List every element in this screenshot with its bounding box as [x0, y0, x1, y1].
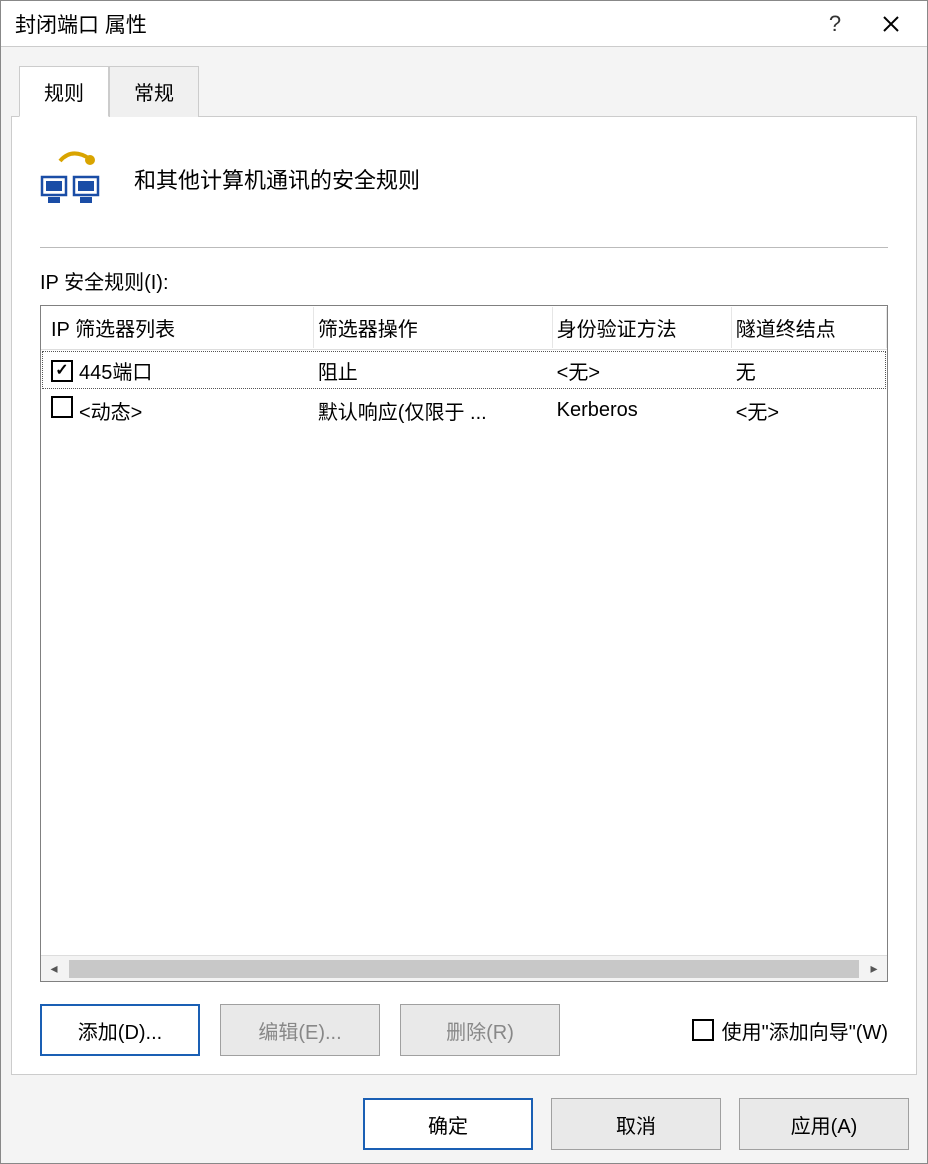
section-label: IP 安全规则(I):: [40, 266, 888, 295]
cancel-button[interactable]: 取消: [551, 1098, 721, 1150]
cell-filter-list: <动态>: [75, 392, 314, 429]
col-tunnel-endpoint[interactable]: 隧道终结点: [732, 307, 887, 348]
tab-rules[interactable]: 规则: [19, 66, 109, 117]
use-wizard-label: 使用"添加向导"(W): [722, 1016, 888, 1045]
list-header: IP 筛选器列表 筛选器操作 身份验证方法 隧道终结点: [41, 306, 887, 350]
col-auth-method[interactable]: 身份验证方法: [553, 307, 732, 348]
titlebar: 封闭端口 属性 ?: [1, 1, 927, 47]
list-body: 445端口 阻止 <无> 无 <动态> 默认响应(仅限于 ... Kerbero…: [41, 350, 887, 955]
delete-button: 删除(R): [400, 1004, 560, 1056]
header-row: 和其他计算机通讯的安全规则: [40, 151, 888, 207]
apply-button[interactable]: 应用(A): [739, 1098, 909, 1150]
header-description: 和其他计算机通讯的安全规则: [134, 163, 420, 195]
cell-filter-list: 445端口: [75, 352, 314, 389]
divider: [40, 247, 888, 248]
ok-button[interactable]: 确定: [363, 1098, 533, 1150]
tab-general[interactable]: 常规: [109, 66, 199, 117]
security-rules-icon: [40, 151, 102, 207]
dialog-footer: 确定 取消 应用(A): [1, 1085, 927, 1163]
close-button[interactable]: [863, 1, 919, 47]
cell-filter-action: 阻止: [314, 352, 553, 389]
checkbox-icon: [692, 1019, 714, 1041]
add-button[interactable]: 添加(D)...: [40, 1004, 200, 1056]
content-area: 规则 常规 和其他计算机通讯的安全规则: [1, 47, 927, 1085]
scroll-right-icon[interactable]: ▸: [861, 960, 887, 977]
use-wizard-checkbox[interactable]: 使用"添加向导"(W): [692, 1016, 888, 1045]
dialog-window: 封闭端口 属性 ? 规则 常规: [0, 0, 928, 1164]
list-row[interactable]: <动态> 默认响应(仅限于 ... Kerberos <无>: [41, 390, 887, 430]
cell-tunnel-endpoint: <无>: [732, 392, 887, 429]
tabstrip: 规则 常规: [19, 65, 917, 116]
tabpanel-rules: 和其他计算机通讯的安全规则 IP 安全规则(I): IP 筛选器列表 筛选器操作…: [11, 116, 917, 1075]
scroll-track[interactable]: [69, 960, 859, 978]
cell-auth-method: <无>: [553, 352, 732, 389]
rules-listbox[interactable]: IP 筛选器列表 筛选器操作 身份验证方法 隧道终结点 445端口 阻止 <无>…: [40, 305, 888, 982]
row-checkbox[interactable]: [51, 396, 73, 418]
cell-filter-action: 默认响应(仅限于 ...: [314, 392, 553, 429]
col-filter-list[interactable]: IP 筛选器列表: [41, 307, 314, 348]
row-checkbox[interactable]: [51, 360, 73, 382]
window-title: 封闭端口 属性: [15, 9, 807, 39]
cell-auth-method: Kerberos: [553, 395, 732, 426]
horizontal-scrollbar[interactable]: ◂ ▸: [41, 955, 887, 981]
col-filter-action[interactable]: 筛选器操作: [314, 307, 553, 348]
cell-tunnel-endpoint: 无: [732, 352, 887, 389]
edit-button: 编辑(E)...: [220, 1004, 380, 1056]
list-row[interactable]: 445端口 阻止 <无> 无: [41, 350, 887, 390]
scroll-left-icon[interactable]: ◂: [41, 960, 67, 977]
action-buttons-row: 添加(D)... 编辑(E)... 删除(R) 使用"添加向导"(W): [40, 1004, 888, 1056]
close-icon: [882, 15, 900, 33]
help-button[interactable]: ?: [807, 1, 863, 47]
